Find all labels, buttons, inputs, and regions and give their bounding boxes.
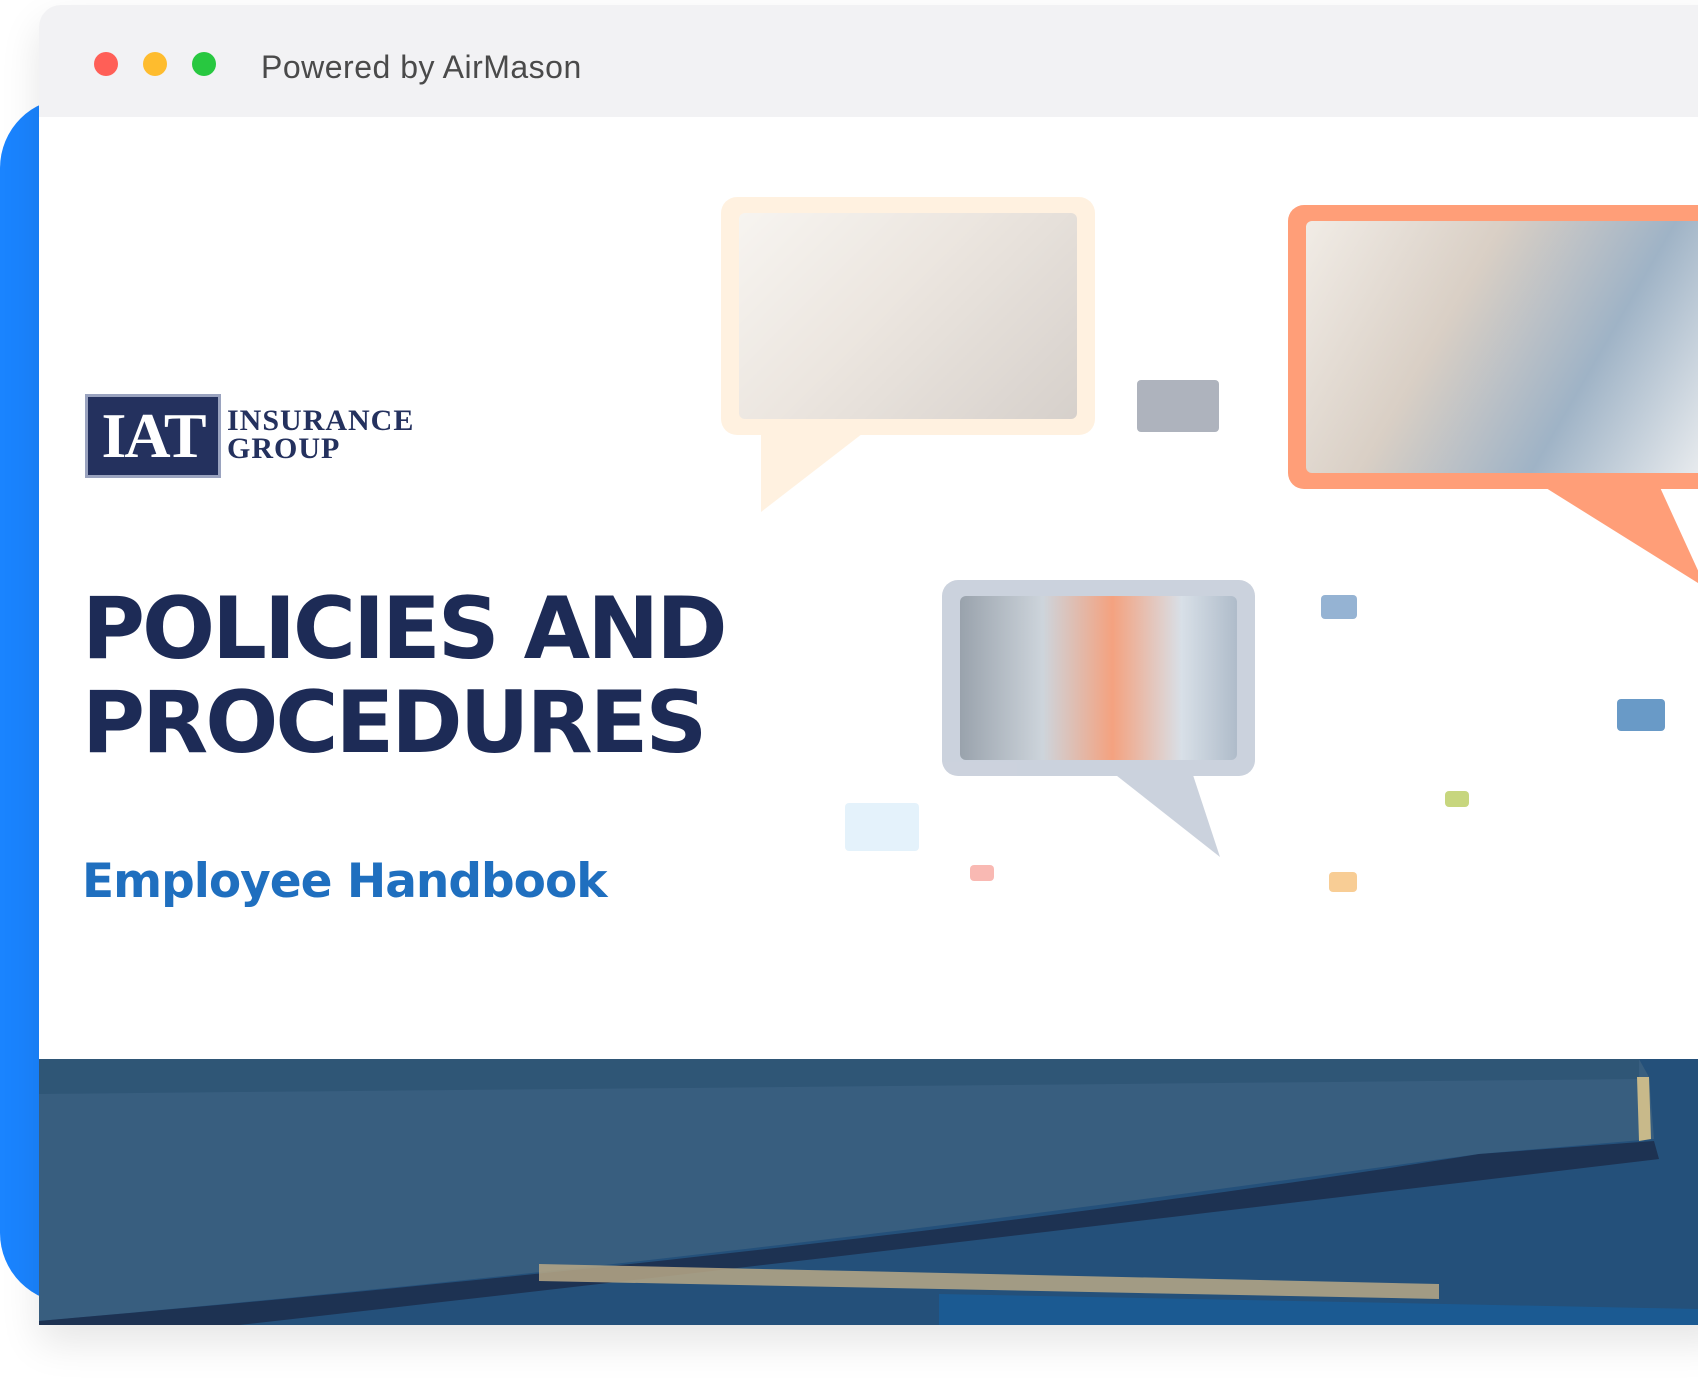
chat-bubble-icon bbox=[970, 865, 994, 881]
maximize-window-button[interactable] bbox=[192, 52, 216, 76]
chat-bubble-icon bbox=[1329, 872, 1357, 892]
logo-text-line2: GROUP bbox=[227, 432, 341, 465]
bubble-tail-icon bbox=[761, 427, 871, 512]
worker-photo-bubble bbox=[942, 580, 1255, 857]
hero-image-band bbox=[39, 1059, 1698, 1325]
chat-bubble-icon bbox=[1321, 595, 1357, 619]
cover-title-line2: PROCEDURES bbox=[82, 673, 707, 773]
iat-insurance-logo: IAT INSURANCE GROUP bbox=[85, 394, 435, 484]
handbook-cover: IAT INSURANCE GROUP POLICIES AND PROCEDU… bbox=[39, 117, 1698, 1062]
cover-title-line1: POLICIES AND bbox=[82, 579, 728, 679]
chat-bubble-icon bbox=[1617, 699, 1665, 731]
meeting-photo bbox=[1306, 221, 1698, 473]
bubble-tail-icon bbox=[1538, 483, 1698, 583]
architecture-photo bbox=[39, 1059, 1698, 1325]
cover-subtitle: Employee Handbook bbox=[82, 854, 608, 909]
bubble-tail-icon bbox=[1112, 772, 1220, 857]
meeting-photo-bubble bbox=[1288, 205, 1698, 583]
team-photo-bubble bbox=[721, 197, 1095, 512]
browser-window: Powered by AirMason IAT INSURANCE GROUP … bbox=[39, 5, 1698, 1325]
chat-bubble-icon bbox=[845, 803, 919, 851]
cover-title: POLICIES AND PROCEDURES bbox=[82, 582, 842, 770]
logo-mark: IAT bbox=[85, 394, 221, 478]
chat-bubble-icon bbox=[1137, 380, 1219, 432]
window-title: Powered by AirMason bbox=[261, 49, 582, 85]
worker-photo bbox=[960, 596, 1237, 760]
minimize-window-button[interactable] bbox=[143, 52, 167, 76]
team-photo bbox=[739, 213, 1077, 419]
chat-bubble-icon bbox=[1445, 791, 1469, 807]
close-window-button[interactable] bbox=[94, 52, 118, 76]
window-titlebar: Powered by AirMason bbox=[39, 5, 1698, 118]
